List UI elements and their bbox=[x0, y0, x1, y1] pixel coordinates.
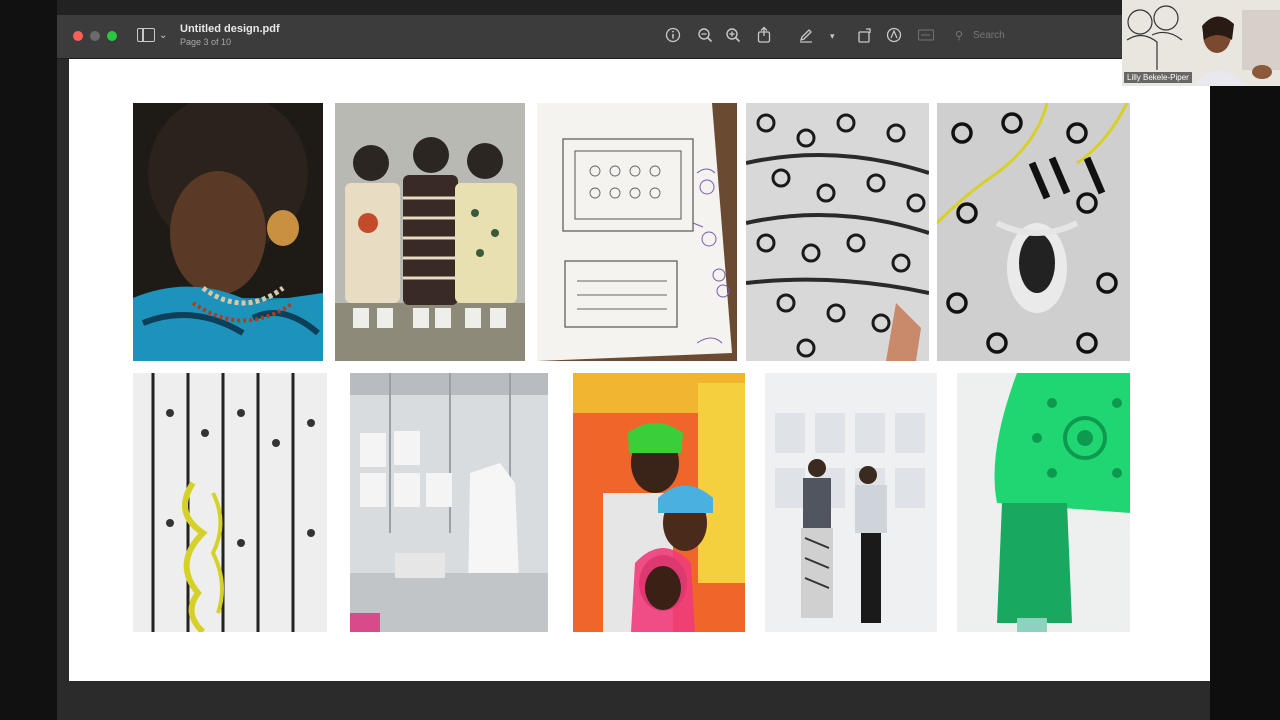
right-background bbox=[1210, 0, 1280, 720]
three-models-headwraps-photo bbox=[573, 373, 745, 632]
document-title: Untitled design.pdf bbox=[180, 23, 280, 35]
black-white-fabric-photo bbox=[746, 103, 929, 361]
three-figures-patterned-robes-photo bbox=[335, 103, 525, 361]
window-bottom-area bbox=[57, 681, 1210, 720]
left-background bbox=[0, 0, 57, 720]
participant-name-label: Lilly Bekele-Piper bbox=[1124, 72, 1192, 83]
green-fabric-mannequin-photo bbox=[957, 373, 1130, 632]
chevron-down-icon[interactable]: ⌄ bbox=[159, 28, 167, 44]
markup-circle-icon[interactable] bbox=[886, 27, 902, 43]
zoom-out-icon[interactable] bbox=[697, 27, 713, 43]
form-fill-icon[interactable] bbox=[917, 27, 935, 43]
search-field[interactable]: ⚲ Search bbox=[947, 28, 1097, 44]
participant-video-tile[interactable]: Lilly Bekele-Piper bbox=[1122, 0, 1280, 86]
sketch-paper-photo bbox=[537, 103, 737, 361]
page-indicator: Page 3 of 10 bbox=[180, 37, 232, 47]
pdf-viewer-window: ⌄ Untitled design.pdf Page 3 of 10 ▾ ⚲ S… bbox=[57, 15, 1210, 720]
minimize-button[interactable] bbox=[90, 31, 100, 41]
embroidered-fabric-photo bbox=[133, 373, 327, 632]
markup-pen-icon[interactable] bbox=[798, 27, 814, 43]
sidebar-toggle-icon[interactable] bbox=[137, 28, 155, 42]
zoom-in-icon[interactable] bbox=[725, 27, 741, 43]
studio-workspace-photo bbox=[350, 373, 548, 632]
fabric-yellow-thread-photo bbox=[937, 103, 1130, 361]
two-models-white-wall-photo bbox=[765, 373, 937, 632]
info-icon[interactable] bbox=[665, 27, 681, 43]
close-button[interactable] bbox=[73, 31, 83, 41]
search-placeholder: Search bbox=[973, 30, 1005, 41]
top-band bbox=[57, 0, 1210, 15]
rotate-icon[interactable] bbox=[857, 27, 873, 43]
share-icon[interactable] bbox=[756, 26, 772, 44]
portrait-woman-blue-photo bbox=[133, 103, 323, 361]
markup-chevron-icon[interactable]: ▾ bbox=[830, 28, 835, 44]
pdf-page bbox=[69, 59, 1210, 681]
maximize-button[interactable] bbox=[107, 31, 117, 41]
titlebar: ⌄ Untitled design.pdf Page 3 of 10 ▾ ⚲ S… bbox=[57, 15, 1210, 59]
search-icon: ⚲ bbox=[955, 30, 964, 42]
